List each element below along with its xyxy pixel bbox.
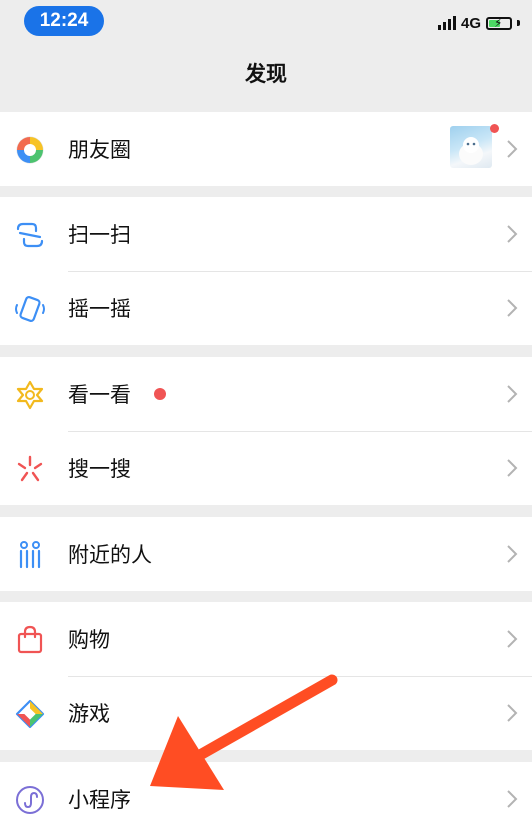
chevron-right-icon [507,459,518,477]
menu-item-label: 朋友圈 [68,138,131,162]
notification-dot [154,388,166,400]
menu-item-top-stories[interactable]: 看一看 [0,357,532,431]
menu-item-label: 购物 [68,628,110,652]
menu-item-moments[interactable]: 朋友圈 [0,112,532,186]
menu-item-label: 搜一搜 [68,457,131,481]
menu-item-shopping[interactable]: 购物 [0,602,532,676]
status-time[interactable]: 12:24 [24,6,104,36]
menu-item-mini-programs[interactable]: 小程序 [0,762,532,824]
mini-programs-icon [16,786,44,814]
shake-icon [15,296,45,322]
chevron-right-icon [507,545,518,563]
menu-item-label: 摇一摇 [68,297,131,321]
group-stories-search: 看一看 搜一搜 [0,357,532,505]
chevron-right-icon [507,790,518,808]
menu-item-label: 小程序 [68,788,131,812]
menu-item-shake[interactable]: 摇一摇 [0,271,532,345]
search-icon [17,455,43,482]
menu-item-games[interactable]: 游戏 [0,676,532,750]
group-scan-shake: 扫一扫 摇一摇 [0,197,532,345]
chevron-right-icon [507,630,518,648]
menu-item-label: 扫一扫 [68,223,131,247]
menu-item-people-nearby[interactable]: 附近的人 [0,517,532,591]
people-nearby-icon [19,541,41,569]
battery-icon: ⚡ [486,16,512,30]
status-bar: 12:24 4G ⚡ [0,0,532,44]
group-mini-programs: 小程序 [0,762,532,824]
menu-item-label: 附近的人 [68,543,152,567]
menu-item-scan[interactable]: 扫一扫 [0,197,532,271]
chevron-right-icon [507,299,518,317]
moments-thumbnail [450,126,492,168]
moments-icon [16,136,44,164]
games-icon [15,699,45,729]
chevron-right-icon [507,140,518,158]
signal-icon [437,16,456,30]
page-title: 发现 [245,62,287,86]
status-indicators: 4G ⚡ [437,12,520,34]
menu-item-label: 看一看 [68,383,131,407]
top-stories-icon [16,380,44,410]
group-nearby: 附近的人 [0,517,532,591]
chevron-right-icon [507,704,518,722]
chevron-right-icon [507,385,518,403]
group-moments: 朋友圈 [0,112,532,186]
chevron-right-icon [507,225,518,243]
menu-item-search[interactable]: 搜一搜 [0,431,532,505]
network-type: 4G [460,14,481,32]
group-shop-games: 购物 游戏 [0,602,532,750]
scan-icon [16,222,44,248]
shopping-bag-icon [17,625,43,654]
menu-item-label: 游戏 [68,702,110,726]
notification-dot [490,124,499,133]
battery-tip [517,20,520,26]
